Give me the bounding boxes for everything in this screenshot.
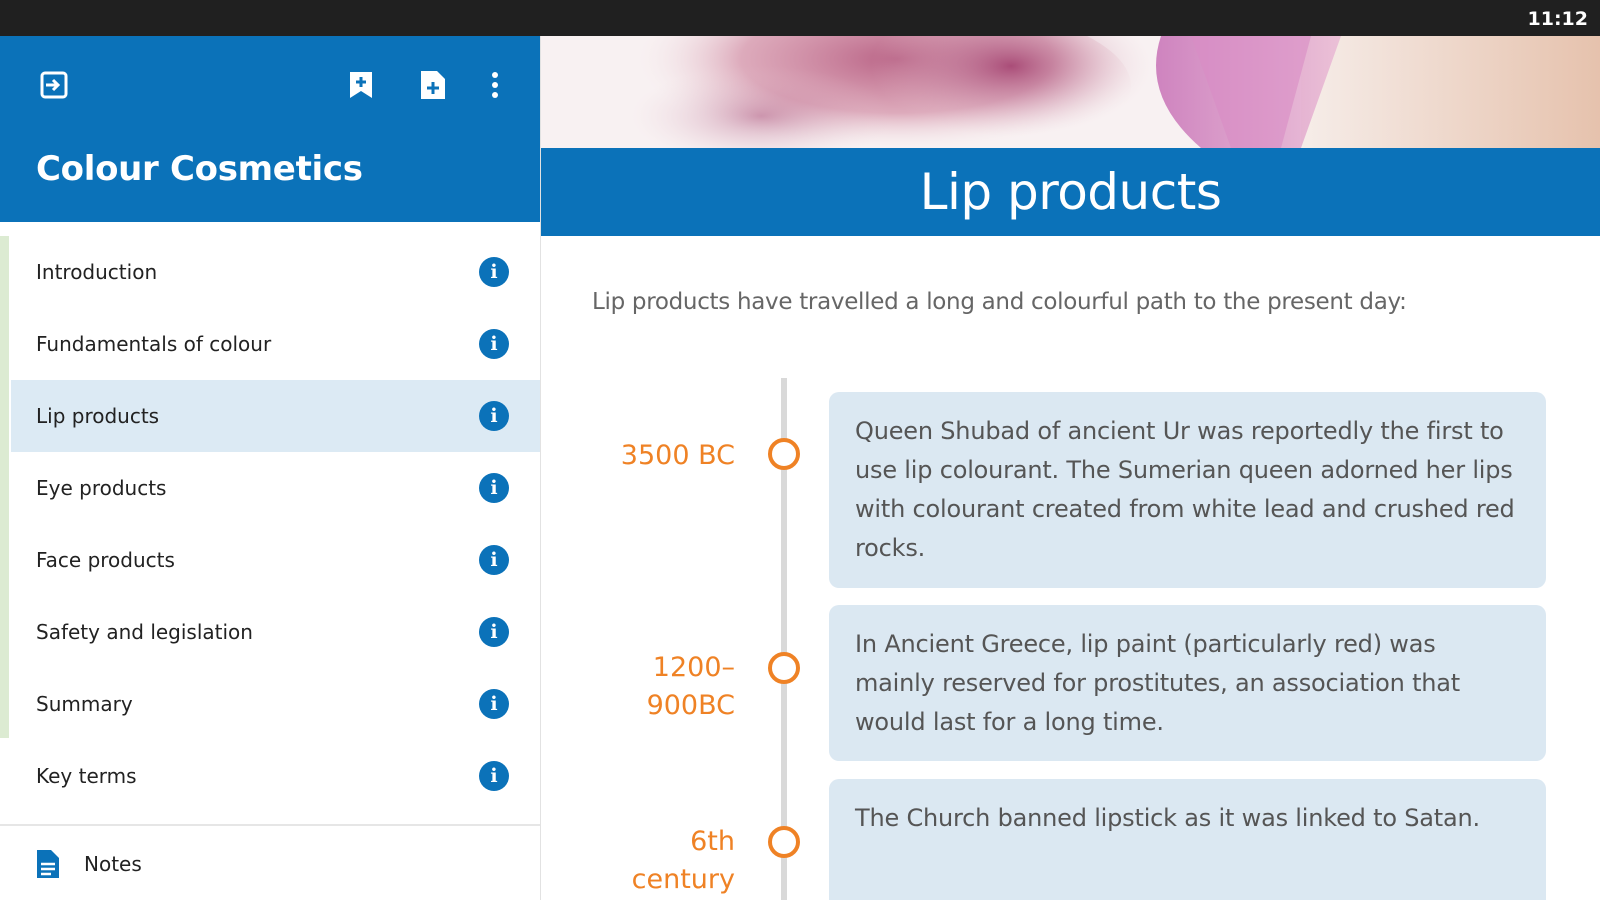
info-icon[interactable]: i xyxy=(479,329,509,359)
timeline-card: The Church banned lipstick as it was lin… xyxy=(829,779,1546,900)
hero-image xyxy=(541,36,1600,148)
nav-item-summary[interactable]: Summary i xyxy=(0,668,540,740)
notes-label: Notes xyxy=(84,852,142,876)
timeline-date: 3500 BC xyxy=(621,437,735,475)
nav-item-label: Introduction xyxy=(36,260,158,284)
timeline-date-line: 1200– xyxy=(652,652,735,683)
nav-item-label: Eye products xyxy=(36,476,167,500)
info-icon[interactable]: i xyxy=(479,257,509,287)
timeline-date-line: century xyxy=(631,864,735,895)
status-time: 11:12 xyxy=(1527,8,1588,30)
nav-item-label: Fundamentals of colour xyxy=(36,332,272,356)
timeline-text: In Ancient Greece, lip paint (particular… xyxy=(855,630,1461,736)
document-icon xyxy=(36,849,62,879)
notes-button[interactable]: Notes xyxy=(0,828,540,900)
nav-list: Introduction i Fundamentals of colour i … xyxy=(0,236,540,812)
timeline-card: In Ancient Greece, lip paint (particular… xyxy=(829,605,1546,761)
intro-text: Lip products have travelled a long and c… xyxy=(592,289,1407,315)
info-icon[interactable]: i xyxy=(479,617,509,647)
timeline-marker xyxy=(768,438,800,470)
nav-item-label: Key terms xyxy=(36,764,137,788)
page-title-bar: Lip products xyxy=(541,148,1600,236)
info-icon[interactable]: i xyxy=(479,761,509,791)
timeline-marker xyxy=(768,652,800,684)
nav-item-lip-products[interactable]: Lip products i xyxy=(11,380,540,452)
status-bar: 11:12 xyxy=(0,0,1600,36)
timeline-date-line: 6th xyxy=(690,826,735,857)
timeline-date: 6th century AD xyxy=(632,823,735,900)
nav-item-safety-and-legislation[interactable]: Safety and legislation i xyxy=(0,596,540,668)
info-icon[interactable]: i xyxy=(479,401,509,431)
timeline-date-line: 3500 BC xyxy=(620,440,735,471)
nav-item-face-products[interactable]: Face products i xyxy=(0,524,540,596)
timeline-card: Queen Shubad of ancient Ur was reportedl… xyxy=(829,392,1546,588)
nav-item-introduction[interactable]: Introduction i xyxy=(0,236,540,308)
main-content: Lip products Lip products have travelled… xyxy=(541,36,1600,900)
nav-item-label: Face products xyxy=(36,548,175,572)
nav-item-eye-products[interactable]: Eye products i xyxy=(0,452,540,524)
more-vert-icon[interactable] xyxy=(477,67,513,103)
sidebar-header: Colour Cosmetics xyxy=(0,36,540,222)
timeline-text: Queen Shubad of ancient Ur was reportedl… xyxy=(855,417,1515,562)
timeline-date-line: 900BC xyxy=(646,690,735,721)
nav-item-label: Summary xyxy=(36,692,133,716)
nav-item-label: Safety and legislation xyxy=(36,620,253,644)
nav-item-key-terms[interactable]: Key terms i xyxy=(0,740,540,812)
sidebar-title: Colour Cosmetics xyxy=(36,149,363,189)
page-title: Lip products xyxy=(919,163,1222,221)
bookmark-add-icon[interactable] xyxy=(343,67,379,103)
timeline-marker xyxy=(768,826,800,858)
info-icon[interactable]: i xyxy=(479,473,509,503)
info-icon[interactable]: i xyxy=(479,689,509,719)
nav-item-fundamentals-of-colour[interactable]: Fundamentals of colour i xyxy=(0,308,540,380)
timeline-date: 1200– 900BC xyxy=(647,649,735,725)
exit-icon[interactable] xyxy=(36,67,72,103)
sidebar-divider xyxy=(0,824,540,826)
nav-item-label: Lip products xyxy=(36,404,160,428)
timeline-text: The Church banned lipstick as it was lin… xyxy=(855,804,1480,832)
info-icon[interactable]: i xyxy=(479,545,509,575)
note-add-icon[interactable] xyxy=(415,67,451,103)
sidebar: Colour Cosmetics Introduction i Fundamen… xyxy=(0,36,541,900)
